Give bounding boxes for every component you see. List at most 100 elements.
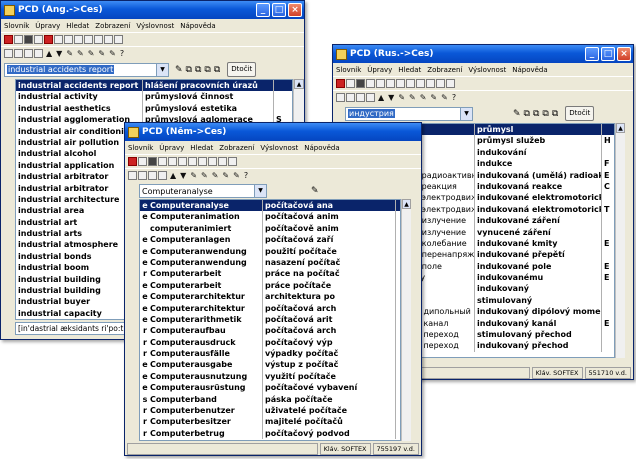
menu-vyslovnost[interactable]: Výslovnost [136,22,174,30]
menu-vyslovnost[interactable]: Výslovnost [468,66,506,74]
page-icon[interactable] [168,157,177,166]
table-row[interactable]: r Computerbetrug počítačový podvod [140,427,400,440]
table-row[interactable]: r Computeraufbau počítačová arch [140,325,400,337]
arrow-up-icon[interactable]: ▲ [46,49,52,58]
open-icon[interactable] [346,79,355,88]
paste-icon[interactable]: ⧉ [533,109,539,119]
arrow-down-icon[interactable]: ▼ [56,49,62,58]
book-icon[interactable] [24,35,33,44]
page-icon[interactable] [54,35,63,44]
minimize-button[interactable]: _ [256,3,270,17]
pin-icon[interactable]: ✎ [190,171,197,180]
page-icon[interactable] [208,157,217,166]
table-row[interactable]: industrial activity průmyslová činnost [16,91,292,103]
scroll-up-icon[interactable]: ▲ [402,199,411,209]
menu-hledat[interactable]: Hledat [398,66,421,74]
dropdown-arrow-icon[interactable]: ▼ [254,185,266,197]
scrollbar[interactable]: ▲ [615,123,625,358]
dict-icon[interactable] [346,93,355,102]
copy-icon[interactable]: ⧉ [214,65,220,75]
flag-icon[interactable] [336,79,345,88]
page-icon[interactable] [446,79,455,88]
find-icon[interactable]: ⧉ [204,65,210,75]
dict-icon[interactable] [128,171,137,180]
dict-icon[interactable] [14,49,23,58]
table-row[interactable]: e Computerarithmetik počítačová arit [140,313,400,326]
table-row[interactable]: e Computerarchitektur architektura po [140,291,400,303]
menu-zobrazeni[interactable]: Zobrazení [427,66,462,74]
menu-upravy[interactable]: Úpravy [367,66,392,74]
table-row[interactable]: e Computeranalyse počítačová ana [140,200,400,212]
menu-napoveda[interactable]: Nápověda [304,144,339,152]
pin-icon[interactable]: ✎ [441,93,448,102]
arrow-down-icon[interactable]: ▼ [388,93,394,102]
page-icon[interactable] [84,35,93,44]
pin-icon[interactable]: ✎ [222,171,229,180]
page-icon[interactable] [94,35,103,44]
dict-icon[interactable] [148,171,157,180]
table-row[interactable]: industrial aesthetics průmyslová estetika [16,102,292,115]
pin-icon[interactable]: ✎ [233,171,240,180]
open-icon[interactable] [138,157,147,166]
dict-icon[interactable] [356,93,365,102]
page-icon[interactable] [198,157,207,166]
book-icon[interactable] [148,157,157,166]
copy-icon[interactable]: ⧉ [524,109,530,119]
scroll-up-icon[interactable]: ▲ [294,79,304,89]
menu-slovnik[interactable]: Slovník [4,22,29,30]
pin-icon[interactable]: ✎ [66,49,73,58]
open-icon[interactable] [14,35,23,44]
pin-icon[interactable]: ✎ [212,171,219,180]
table-row[interactable]: e Computeranwendung použití počítače [140,245,400,257]
pin-icon[interactable]: ✎ [513,109,521,119]
table-row[interactable]: e Computerarbeit práce počítače [140,279,400,292]
page-icon[interactable] [426,79,435,88]
page-icon[interactable] [376,79,385,88]
table-row[interactable]: e Computerausrüstung počítačové vybavení [140,382,400,394]
menu-hledat[interactable]: Hledat [190,144,213,152]
scroll-up-icon[interactable]: ▲ [616,123,625,133]
menu-napoveda[interactable]: Nápověda [512,66,547,74]
dict-icon[interactable] [34,49,43,58]
pin-icon[interactable]: ✎ [430,93,437,102]
entry-list[interactable]: e Computeranalyse počítačová ana e Computera… [139,199,401,441]
arrow-down-icon[interactable]: ▼ [180,171,186,180]
paste-icon[interactable]: ⧉ [195,65,201,75]
close-button[interactable]: × [288,3,302,17]
rotate-button[interactable]: Dtočit [565,106,595,121]
pin-icon[interactable]: ✎ [420,93,427,102]
table-row[interactable]: e Computeranimation počítačová anim [140,211,400,223]
page-icon[interactable] [64,35,73,44]
table-row[interactable]: r Computerbenutzer uživatelé počítače [140,405,400,417]
title-bar[interactable]: PCD (Rus.->Čes) _ □ × [333,45,633,63]
dict-icon[interactable] [138,171,147,180]
table-row[interactable]: r Computerausdruck počítačový výp [140,336,400,349]
title-bar[interactable]: PCD (Něm->Čes) [125,123,421,141]
copy-icon[interactable]: ⧉ [186,65,192,75]
menu-slovnik[interactable]: Slovník [128,144,153,152]
table-row[interactable]: e Computeranwendung nasazení počítač [140,256,400,269]
table-row[interactable]: e Computerausgabe výstup z počítač [140,359,400,371]
maximize-button[interactable]: □ [272,3,286,17]
page-icon[interactable] [74,35,83,44]
dict-icon[interactable] [4,49,13,58]
copy-icon[interactable]: ⧉ [552,109,558,119]
page-icon[interactable] [386,79,395,88]
page-icon[interactable] [228,157,237,166]
page-icon[interactable] [188,157,197,166]
menu-zobrazeni[interactable]: Zobrazení [95,22,130,30]
close-button[interactable]: × [617,47,631,61]
pin-icon[interactable]: ✎ [398,93,405,102]
table-row[interactable]: s Computerband páska počítače [140,393,400,406]
pin-icon[interactable]: ✎ [109,49,116,58]
dict-icon[interactable] [336,93,345,102]
help-icon[interactable]: ? [452,93,456,102]
arrow-up-icon[interactable]: ▲ [170,171,176,180]
menu-upravy[interactable]: Úpravy [159,144,184,152]
dict-icon[interactable] [158,171,167,180]
table-row[interactable]: e Computeranlagen počítačová zaří [140,234,400,246]
flag-icon[interactable] [128,157,137,166]
pin-icon[interactable]: ✎ [175,65,183,75]
menu-zobrazeni[interactable]: Zobrazení [219,144,254,152]
dict-icon[interactable] [366,93,375,102]
